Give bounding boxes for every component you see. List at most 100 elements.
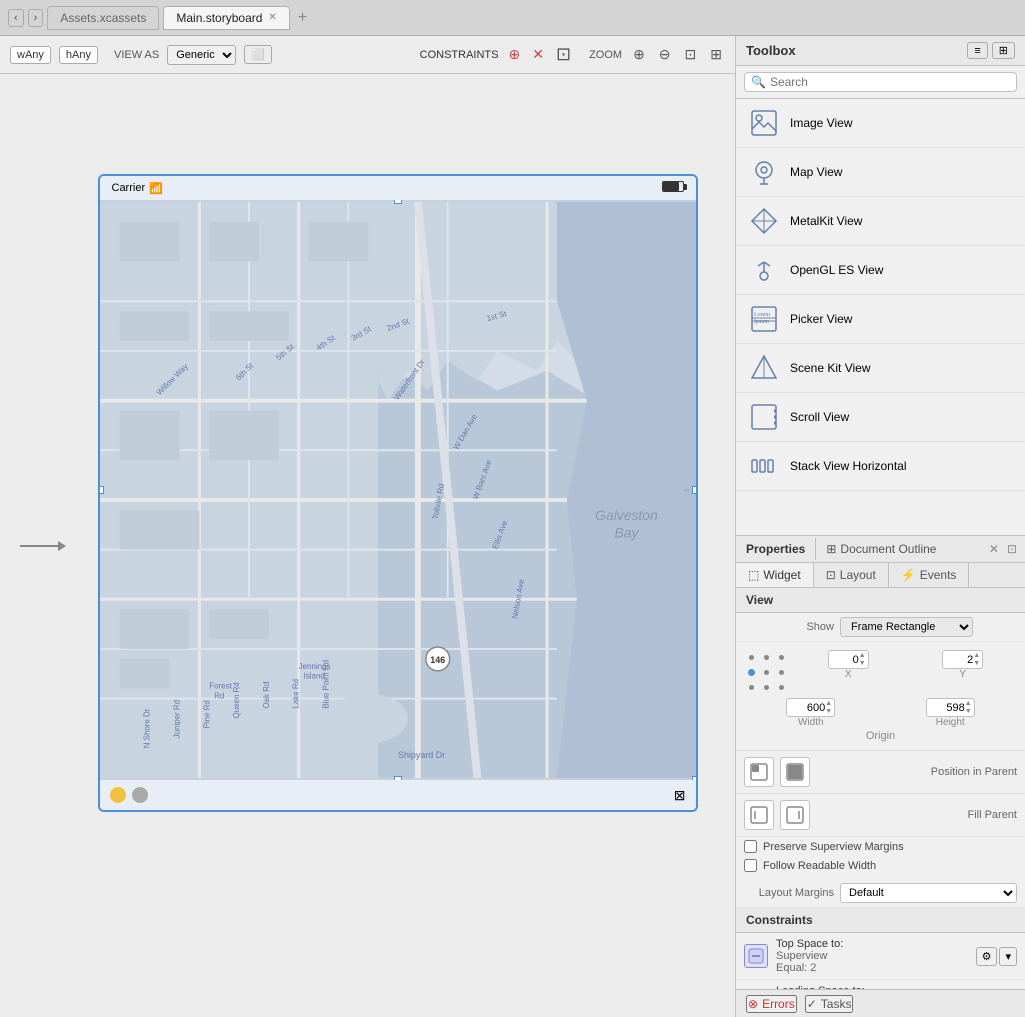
tasks-label: Tasks xyxy=(821,997,852,1011)
height-field[interactable]: ▲ ▼ xyxy=(926,698,975,717)
width-up-btn[interactable]: ▲ xyxy=(825,700,832,708)
y-input[interactable] xyxy=(945,654,973,666)
y-up-btn[interactable]: ▲ xyxy=(973,652,980,660)
preserve-margins-checkbox[interactable] xyxy=(744,840,757,853)
resize-handle-right[interactable] xyxy=(692,486,696,494)
anchor-mc[interactable] xyxy=(759,665,773,679)
resize-handle-left[interactable] xyxy=(100,486,104,494)
tab-widget[interactable]: ⬚ Widget xyxy=(736,563,814,587)
h-any-btn[interactable]: hAny xyxy=(59,46,98,64)
tasks-btn[interactable]: ✓ Tasks xyxy=(805,995,854,1013)
anchor-ml[interactable] xyxy=(744,665,758,679)
constraints-label: CONSTRAINTS xyxy=(420,49,499,61)
y-field[interactable]: ▲ ▼ xyxy=(942,650,983,669)
height-input[interactable] xyxy=(929,702,965,714)
toolbox-list-btn[interactable]: ≡ xyxy=(967,42,987,59)
follow-readable-row: Follow Readable Width xyxy=(736,856,1025,875)
toolbox-item-scene-kit-view[interactable]: Scene Kit View xyxy=(736,344,1025,393)
constraint-1-gear-btn[interactable]: ⚙ xyxy=(976,947,998,966)
tab-main[interactable]: Main.storyboard ✕ xyxy=(163,6,289,30)
anchor-bc[interactable] xyxy=(759,680,773,694)
w-any-btn[interactable]: wAny xyxy=(10,46,51,64)
remove-constraint-btn[interactable]: ✕ xyxy=(530,44,546,65)
follow-readable-checkbox[interactable] xyxy=(744,859,757,872)
tab-events[interactable]: ⚡ Events xyxy=(889,563,970,587)
add-constraint-btn[interactable]: ⊕ xyxy=(507,44,523,65)
pos-icon-tl[interactable] xyxy=(744,757,774,787)
svg-text:Galveston: Galveston xyxy=(595,507,658,523)
y-down-btn[interactable]: ▼ xyxy=(973,660,980,668)
anchor-tr[interactable] xyxy=(774,650,788,664)
constraint-1-down-btn[interactable]: ▾ xyxy=(999,947,1017,966)
tab-add-btn[interactable]: + xyxy=(294,9,311,27)
anchor-bl[interactable] xyxy=(744,680,758,694)
anchor-tc[interactable] xyxy=(759,650,773,664)
prop-close-btn[interactable]: ✕ xyxy=(987,540,1001,558)
zoom-actual-btn[interactable]: ⊞ xyxy=(707,46,725,63)
doc-outline-tab[interactable]: ⊞ Document Outline xyxy=(816,536,946,562)
map-svg: Galveston Bay Willow Way 6th St 5th St 4… xyxy=(100,200,696,780)
toolbox-grid-btn[interactable]: ⊞ xyxy=(992,42,1015,59)
search-input[interactable] xyxy=(770,75,1010,89)
tab-assets[interactable]: Assets.xcassets xyxy=(47,6,159,30)
layout-margins-row: Layout Margins Default xyxy=(736,879,1025,908)
gray-circle-icon xyxy=(132,787,148,803)
height-down-btn[interactable]: ▼ xyxy=(965,708,972,716)
width-down-btn[interactable]: ▼ xyxy=(825,708,832,716)
resize-handle-bottom[interactable] xyxy=(394,776,402,780)
width-label: Width xyxy=(798,717,824,728)
map-view-icon xyxy=(748,156,780,188)
resize-handle-corner[interactable] xyxy=(692,776,696,780)
arrange-icon-2[interactable] xyxy=(780,800,810,830)
constraint-layout-btn[interactable]: ⊡ xyxy=(554,42,573,67)
nav-back-btn[interactable]: ‹ xyxy=(8,9,24,27)
toolbox-item-metalkit-view[interactable]: MetalKit View xyxy=(736,197,1025,246)
toolbox-item-picker-view[interactable]: LoremIpsum Picker View xyxy=(736,295,1025,344)
metalkit-view-label: MetalKit View xyxy=(790,214,862,228)
zoom-fit-btn[interactable]: ⊡ xyxy=(682,46,700,63)
x-up-btn[interactable]: ▲ xyxy=(859,652,866,660)
nav-forward-btn[interactable]: › xyxy=(28,9,44,27)
x-field[interactable]: ▲ ▼ xyxy=(828,650,869,669)
layout-margins-select[interactable]: Default xyxy=(840,883,1017,903)
properties-panel: Properties ⊞ Document Outline ✕ ⊡ ⬚ Widg… xyxy=(736,536,1025,989)
show-select[interactable]: Frame Rectangle xyxy=(840,617,973,637)
position-icons xyxy=(744,757,810,787)
search-wrap: 🔍 xyxy=(744,72,1017,92)
height-up-btn[interactable]: ▲ xyxy=(965,700,972,708)
x-input[interactable] xyxy=(831,654,859,666)
toolbox-item-stack-view-h[interactable]: Stack View Horizontal xyxy=(736,442,1025,491)
toolbox-item-image-view[interactable]: Image View xyxy=(736,99,1025,148)
width-steppers: ▲ ▼ xyxy=(825,700,832,715)
anchor-br[interactable] xyxy=(774,680,788,694)
view-as-label: VIEW AS xyxy=(114,49,159,61)
errors-btn[interactable]: ⊗ Errors xyxy=(746,995,797,1013)
anchor-mr[interactable] xyxy=(774,665,788,679)
anchor-grid[interactable] xyxy=(744,650,788,694)
toolbox-items-list: Image View Map View MetalKit View xyxy=(736,99,1025,535)
view-rect-btn[interactable]: ⬜ xyxy=(244,45,272,64)
toolbox-item-opengl-view[interactable]: OpenGL ES View xyxy=(736,246,1025,295)
search-icon: 🔍 xyxy=(751,75,766,89)
arrange-icon-1[interactable] xyxy=(744,800,774,830)
toolbox-item-scroll-view[interactable]: Scroll View xyxy=(736,393,1025,442)
x-down-btn[interactable]: ▼ xyxy=(859,660,866,668)
width-field[interactable]: ▲ ▼ xyxy=(786,698,835,717)
pos-icon-stretch[interactable] xyxy=(780,757,810,787)
view-as-select[interactable]: Generic xyxy=(167,45,236,65)
tasks-icon: ✓ xyxy=(807,997,817,1011)
tab-bar: ‹ › Assets.xcassets Main.storyboard ✕ + xyxy=(0,0,1025,36)
tab-layout[interactable]: ⊡ Layout xyxy=(814,563,889,587)
zoom-out-btn[interactable]: ⊖ xyxy=(656,46,674,63)
constraint-item-2: Leading Space to: Superview Equal: 0 ⚙ ▾ xyxy=(736,980,1025,989)
zoom-in-btn[interactable]: ⊕ xyxy=(630,46,648,63)
svg-text:Lake Rd: Lake Rd xyxy=(291,679,300,709)
tab-close-btn[interactable]: ✕ xyxy=(268,12,276,23)
width-input[interactable] xyxy=(789,702,825,714)
prop-expand-btn[interactable]: ⊡ xyxy=(1005,540,1019,558)
arrange-icons xyxy=(744,800,810,830)
w-any-label: wAny xyxy=(17,49,44,61)
toolbox-item-map-view[interactable]: Map View xyxy=(736,148,1025,197)
resize-handle-top[interactable] xyxy=(394,200,402,204)
anchor-tl[interactable] xyxy=(744,650,758,664)
